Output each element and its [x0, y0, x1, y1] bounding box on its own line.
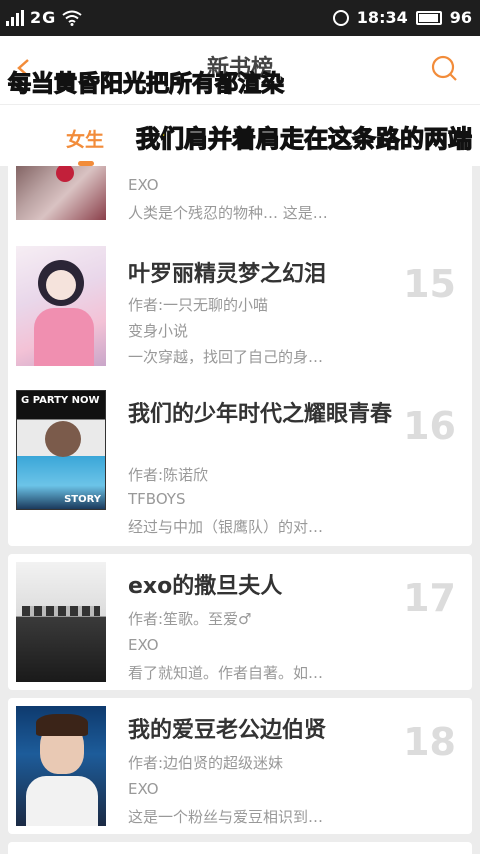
- book-tag: EXO: [128, 780, 159, 798]
- status-bar: 2G 18:34 96: [0, 0, 480, 36]
- book-intro: 一次穿越，找回了自己的身…: [128, 348, 324, 366]
- app-header: 新书榜 每当黄昏阳光把所有都渲染: [0, 36, 480, 104]
- clock: 18:34: [356, 8, 408, 27]
- book-cover: [16, 166, 106, 220]
- battery-percent: 96: [449, 8, 472, 27]
- rank-badge: 15: [403, 262, 456, 306]
- book-cover: G PARTY NOW STORY: [16, 390, 106, 510]
- book-title: 叶罗丽精灵梦之幻泪: [128, 262, 327, 287]
- book-tag: EXO: [128, 176, 159, 194]
- book-tag: 变身小说: [128, 322, 189, 340]
- status-right: 18:34 96: [332, 8, 472, 27]
- book-card[interactable]: 叶罗丽精灵梦之幻泪 作者:一只无聊的小喵 变身小说 一次穿越，找回了自己的身… …: [8, 238, 472, 374]
- book-intro: 看了就知道。作者自著。如…: [128, 664, 324, 682]
- rank-badge: 18: [403, 720, 456, 764]
- book-cover: [16, 246, 106, 366]
- signal-icon: [6, 9, 24, 26]
- book-author: 作者:一只无聊的小喵: [128, 296, 269, 314]
- signal-group: 2G: [6, 8, 82, 27]
- lyric-part-a: 我们: [135, 124, 184, 153]
- book-author: 作者:边伯贤的超级迷妹: [128, 754, 284, 772]
- book-card[interactable]: exo的撒旦夫人 作者:笙歌。至爱♂ EXO 看了就知道。作者自著。如… 17: [8, 554, 472, 690]
- lyric-part-b: 肩并着肩走在这条路的两端: [183, 124, 472, 153]
- book-title: 我的爱豆老公边伯贤: [128, 718, 327, 743]
- carrier-label: 2G: [30, 8, 57, 27]
- search-icon[interactable]: [430, 54, 458, 82]
- battery-icon: [415, 10, 442, 25]
- book-author: 作者:陈诺欣: [128, 466, 209, 484]
- wifi-icon: [62, 10, 82, 26]
- category-tabs: 女生 我们肩并着肩走在这条路的两端: [0, 104, 480, 166]
- cover-text: G PARTY NOW: [21, 395, 100, 406]
- book-intro: 人类是个残忍的物种… 这是…: [128, 204, 328, 222]
- book-card[interactable]: G PARTY NOW STORY 我们的少年时代之耀眼青春 作者:陈诺欣 TF…: [8, 382, 472, 546]
- book-title: 我们的少年时代之耀眼青春: [128, 402, 393, 427]
- rank-badge: 17: [403, 576, 456, 620]
- book-tag: TFBOYS: [128, 490, 186, 508]
- tab-female[interactable]: 女生: [66, 125, 104, 152]
- alarm-icon: [332, 9, 349, 26]
- cover-text: STORY: [64, 494, 101, 505]
- book-author: 作者:笙歌。至爱♂: [128, 610, 252, 628]
- book-cover: [16, 562, 106, 682]
- book-intro: 这是一个粉丝与爱豆相识到…: [128, 808, 324, 826]
- lyric-overlay-line2: 我们肩并着肩走在这条路的两端: [135, 119, 472, 154]
- book-card[interactable]: 我的爱豆老公边伯贤 作者:边伯贤的超级迷妹 EXO 这是一个粉丝与爱豆相识到… …: [8, 698, 472, 834]
- book-tag: EXO: [128, 636, 159, 654]
- rank-badge: 16: [403, 404, 456, 448]
- book-title: exo的撒旦夫人: [128, 574, 283, 599]
- book-card[interactable]: [8, 842, 472, 854]
- book-list: EXO 人类是个残忍的物种… 这是… 叶罗丽精灵梦之幻泪 作者:一只无聊的小喵 …: [0, 166, 480, 854]
- book-cover: [16, 706, 106, 826]
- lyric-overlay-line1: 每当黄昏阳光把所有都渲染: [7, 70, 284, 97]
- book-intro: 经过与中加（银鹰队）的对…: [128, 518, 324, 536]
